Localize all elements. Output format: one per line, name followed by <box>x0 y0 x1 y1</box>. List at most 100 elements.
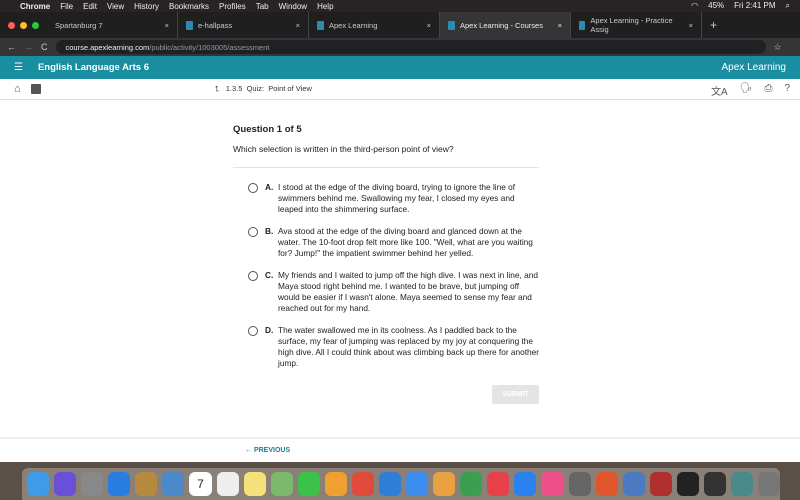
submit-button[interactable]: SUBMIT <box>492 385 539 404</box>
menu-history[interactable]: History <box>134 2 159 11</box>
favicon <box>448 20 455 30</box>
option-a[interactable]: A. I stood at the edge of the diving boar… <box>248 182 548 215</box>
photos-icon[interactable] <box>324 472 347 496</box>
close-tab-icon[interactable]: × <box>558 21 562 30</box>
safari-icon[interactable] <box>108 472 131 496</box>
home-icon[interactable]: ⌂ <box>14 83 21 95</box>
system-preferences-icon[interactable] <box>568 472 591 496</box>
favicon <box>579 20 586 30</box>
menu-app[interactable]: Chrome <box>20 2 50 11</box>
course-header: ☰ English Language Arts 6 Apex Learning <box>0 56 800 79</box>
breadcrumb: ⮤ 1.3.5 Quiz: Point of View <box>215 84 312 94</box>
question-text: Which selection is written in the third-… <box>233 144 454 154</box>
option-c[interactable]: C. My friends and I waited to jump off th… <box>248 270 548 314</box>
tab-label: Apex Learning - Practice Assig <box>590 16 673 34</box>
close-tab-icon[interactable]: × <box>427 21 431 30</box>
read-aloud-icon[interactable]: 🗣 <box>740 83 753 98</box>
facetime-icon[interactable] <box>297 472 320 496</box>
option-b[interactable]: B. Ava stood at the edge of the diving bo… <box>248 226 548 259</box>
dock: 7 <box>22 468 781 500</box>
app-store-icon[interactable] <box>514 472 537 496</box>
option-text: I stood at the edge of the diving board,… <box>278 182 516 214</box>
tab-apex-practice[interactable]: Apex Learning - Practice Assig × <box>571 12 702 38</box>
translate-icon[interactable]: 文A <box>711 83 728 98</box>
menu-tab[interactable]: Tab <box>256 2 269 11</box>
back-icon[interactable]: ← <box>7 42 16 52</box>
radio-button[interactable] <box>248 227 258 237</box>
bookmark-star-icon[interactable]: ☆ <box>774 42 782 53</box>
tab-apex-learning[interactable]: Apex Learning × <box>309 12 440 38</box>
tab-label: Apex Learning <box>329 20 378 30</box>
window-2-icon[interactable] <box>703 472 727 496</box>
tab-label: e-hallpass <box>198 20 233 30</box>
activity-type: Quiz: <box>246 84 265 93</box>
tab-label: Apex Learning - Courses <box>460 20 543 30</box>
preview-2-icon[interactable] <box>622 472 645 496</box>
close-window-button[interactable] <box>8 21 15 29</box>
previous-button[interactable]: ← PREVIOUS <box>245 447 290 454</box>
chrome-icon[interactable] <box>351 472 375 496</box>
print-icon[interactable]: ⎙ <box>764 83 772 98</box>
activity-name: Point of View <box>268 84 312 93</box>
radio-button[interactable] <box>248 183 258 193</box>
maps-icon[interactable] <box>270 472 293 496</box>
battery-status[interactable]: 45% <box>708 1 724 11</box>
menu-profiles[interactable]: Profiles <box>219 2 246 11</box>
footer-nav: ← PREVIOUS <box>0 437 800 462</box>
hamburger-menu-icon[interactable]: ☰ <box>14 62 23 73</box>
close-tab-icon[interactable]: × <box>296 21 300 30</box>
keynote-icon[interactable] <box>379 472 402 496</box>
menu-file[interactable]: File <box>60 2 73 11</box>
window-3-icon[interactable] <box>731 472 754 496</box>
menu-window[interactable]: Window <box>279 2 307 11</box>
finder-icon[interactable] <box>27 472 50 496</box>
divider <box>233 167 539 168</box>
minimize-window-button[interactable] <box>20 21 27 29</box>
course-title: English Language Arts 6 <box>37 62 149 73</box>
messages-icon[interactable] <box>406 472 429 496</box>
help-icon[interactable]: ? <box>784 83 790 98</box>
close-tab-icon[interactable]: × <box>165 21 169 30</box>
window-controls <box>0 21 47 29</box>
menu-view[interactable]: View <box>107 2 124 11</box>
radio-button[interactable] <box>248 271 258 281</box>
trash-icon[interactable] <box>758 472 781 496</box>
backpack-icon[interactable] <box>30 84 41 94</box>
reminders-icon[interactable] <box>216 472 239 496</box>
powerpoint-icon[interactable] <box>595 472 618 496</box>
search-icon[interactable]: ⌕ <box>786 1 790 11</box>
reload-icon[interactable]: C <box>41 42 48 52</box>
tab-e-hallpass[interactable]: e-hallpass × <box>178 12 309 38</box>
music-icon[interactable] <box>541 472 564 496</box>
new-tab-button[interactable]: + <box>710 18 717 32</box>
option-d[interactable]: D. The water swallowed me in its coolness… <box>248 325 548 369</box>
tab-spartanburg[interactable]: Spartanburg 7 × <box>47 12 178 38</box>
wifi-icon[interactable]: ◠ <box>691 1 698 11</box>
siri-icon[interactable] <box>54 472 77 496</box>
window-1-icon[interactable] <box>676 472 699 496</box>
contacts-icon[interactable] <box>135 472 158 496</box>
favicon <box>186 20 193 30</box>
preview-icon[interactable] <box>162 472 185 496</box>
radio-button[interactable] <box>248 326 258 336</box>
notes-icon[interactable] <box>243 472 266 496</box>
numbers-icon[interactable] <box>460 472 483 496</box>
forward-icon[interactable]: → <box>24 42 33 52</box>
url-field[interactable]: course.apexlearning.com/public/activity/… <box>55 40 766 54</box>
arrow-left-icon: ← <box>245 447 254 454</box>
calendar-icon[interactable]: 7 <box>189 472 212 496</box>
favicon <box>317 20 324 30</box>
menu-bookmarks[interactable]: Bookmarks <box>169 2 209 11</box>
launchpad-icon[interactable] <box>81 472 104 496</box>
clock[interactable]: Fri 2:41 PM <box>734 1 775 11</box>
menu-help[interactable]: Help <box>317 2 333 11</box>
menu-edit[interactable]: Edit <box>83 2 97 11</box>
pages-icon[interactable] <box>433 472 456 496</box>
news-icon[interactable] <box>487 472 510 496</box>
option-letter: A. <box>265 182 274 192</box>
dictionary-icon[interactable] <box>649 472 672 496</box>
up-arrow-icon[interactable]: ⮤ <box>215 84 219 93</box>
close-tab-icon[interactable]: × <box>689 21 693 30</box>
tab-apex-courses[interactable]: Apex Learning - Courses × <box>440 12 571 38</box>
zoom-window-button[interactable] <box>32 21 39 29</box>
